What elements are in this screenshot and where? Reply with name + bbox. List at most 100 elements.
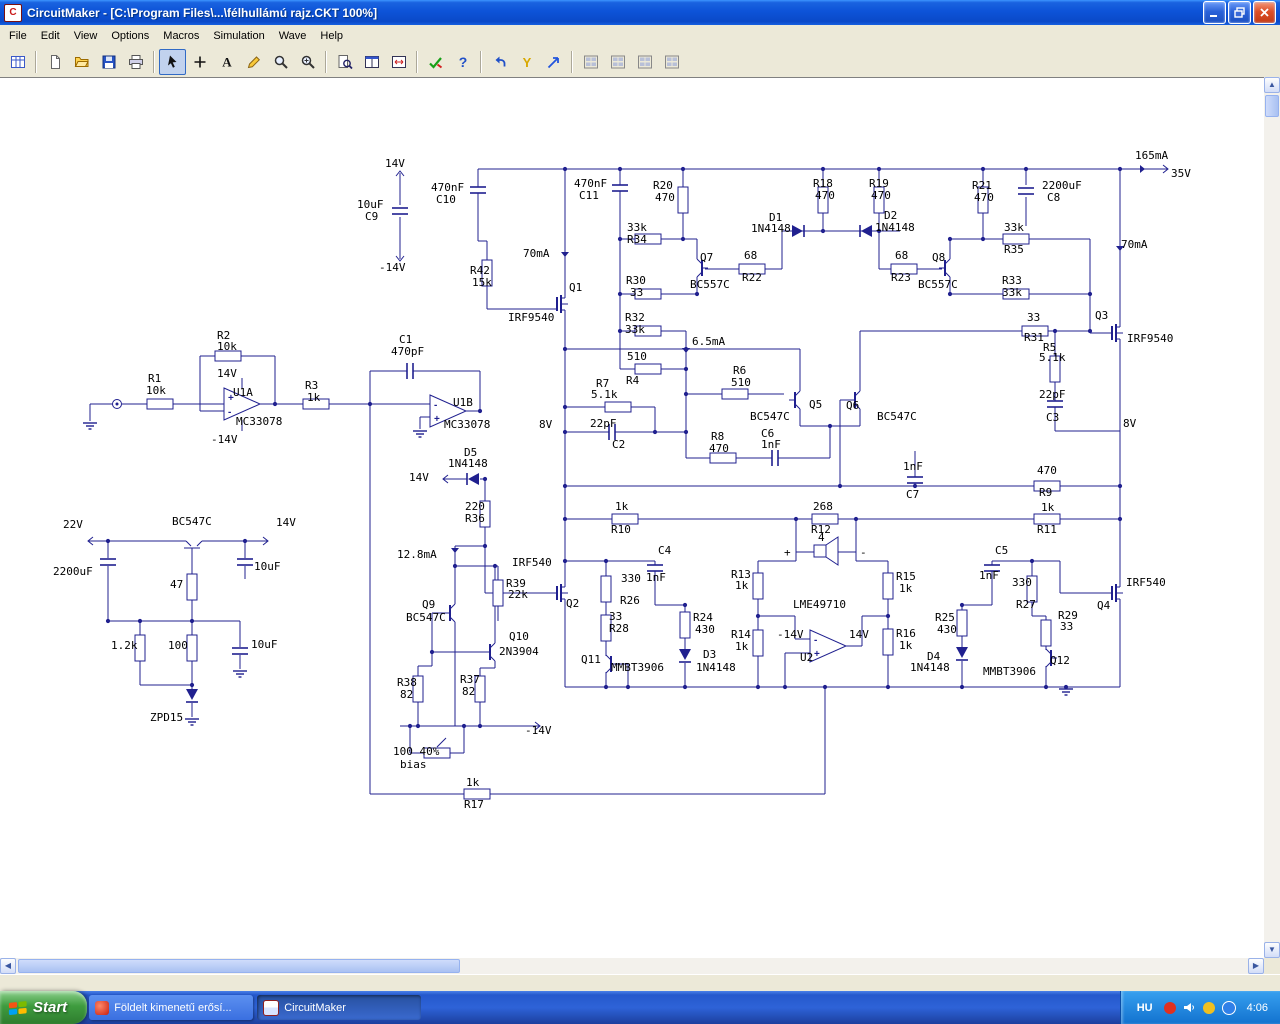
diode-symbol[interactable] — [956, 647, 968, 658]
diode-symbol[interactable] — [468, 473, 479, 485]
component-label[interactable]: R28 — [609, 622, 629, 635]
component-label[interactable]: C2 — [612, 438, 625, 451]
component-label[interactable]: R22 — [742, 271, 762, 284]
component-label[interactable]: 33 — [630, 286, 643, 299]
minimize-button[interactable] — [1203, 1, 1226, 24]
resistor-symbol[interactable] — [634, 363, 662, 375]
component-label[interactable]: 100 — [168, 639, 188, 652]
component-label[interactable]: R11 — [1037, 523, 1057, 536]
resistor-symbol[interactable] — [677, 186, 689, 214]
component-label[interactable]: BC547C — [877, 410, 917, 423]
component-label[interactable]: 470 — [655, 191, 675, 204]
component-label[interactable]: R4 — [626, 374, 640, 387]
component-label[interactable]: LME49710 — [793, 598, 846, 611]
resistor-symbol[interactable] — [186, 634, 198, 662]
resistor-symbol[interactable] — [721, 388, 749, 400]
component-label[interactable]: C5 — [995, 544, 1008, 557]
resistor-symbol[interactable] — [604, 401, 632, 413]
component-label[interactable]: 35V — [1171, 167, 1191, 180]
component-label[interactable]: 4 — [818, 531, 825, 544]
component-label[interactable]: 1k — [466, 776, 480, 789]
component-label[interactable]: 8V — [1123, 417, 1137, 430]
open-file-button[interactable] — [68, 49, 95, 75]
component-label[interactable]: - — [860, 546, 867, 559]
component-label[interactable]: U1A — [233, 386, 253, 399]
scroll-right-button[interactable]: ▶ — [1248, 958, 1264, 974]
resistor-symbol[interactable] — [752, 572, 764, 600]
component-label[interactable]: 430 — [937, 623, 957, 636]
menu-item-edit[interactable]: Edit — [34, 27, 67, 45]
component-label[interactable]: -14V — [211, 433, 238, 446]
resistor-symbol[interactable] — [956, 609, 968, 637]
component-label[interactable]: 68 — [744, 249, 757, 262]
component-label[interactable]: 2200uF — [53, 565, 93, 578]
component-label[interactable]: -14V — [379, 261, 406, 274]
diode-symbol[interactable] — [861, 225, 872, 237]
new-file-button[interactable] — [41, 49, 68, 75]
component-label[interactable]: 470 — [1037, 464, 1057, 477]
select-arrow-button[interactable] — [159, 48, 186, 75]
component-label[interactable]: MC33078 — [444, 418, 490, 431]
component-label[interactable]: C3 — [1046, 411, 1059, 424]
component-label[interactable]: 14V — [385, 157, 405, 170]
component-label[interactable]: BC557C — [918, 278, 958, 291]
component-label[interactable]: 22pF — [590, 417, 617, 430]
component-label[interactable]: 33 — [1027, 311, 1040, 324]
component-label[interactable]: 1N4148 — [751, 222, 791, 235]
resistor-symbol[interactable] — [186, 573, 198, 601]
component-label[interactable]: Q1 — [569, 281, 582, 294]
component-label[interactable]: 6.5mA — [692, 335, 725, 348]
component-label[interactable]: 1N4148 — [875, 221, 915, 234]
component-label[interactable]: 5.1k — [591, 388, 618, 401]
component-label[interactable]: 22pF — [1039, 388, 1066, 401]
component-label[interactable]: Q12 — [1050, 654, 1070, 667]
component-label[interactable]: BC547C — [750, 410, 790, 423]
component-label[interactable]: 10uF — [251, 638, 278, 651]
menu-item-file[interactable]: File — [2, 27, 34, 45]
component-label[interactable]: 1nF — [903, 460, 923, 473]
speaker-symbol[interactable] — [813, 544, 827, 558]
diode-symbol[interactable] — [679, 649, 691, 660]
component-label[interactable]: BC547C — [172, 515, 212, 528]
component-label[interactable]: 1N4148 — [910, 661, 950, 674]
component-label[interactable]: 1.2k — [111, 639, 138, 652]
component-label[interactable]: 268 — [813, 500, 833, 513]
component-label[interactable]: 510 — [627, 350, 647, 363]
scope-1-button[interactable] — [577, 49, 604, 75]
component-label[interactable]: 8V — [539, 418, 553, 431]
component-label[interactable]: 470 — [815, 189, 835, 202]
component-label[interactable]: R10 — [611, 523, 631, 536]
component-label[interactable]: 10k — [146, 384, 166, 397]
split-window-button[interactable] — [358, 49, 385, 75]
component-label[interactable]: 14V — [217, 367, 237, 380]
taskbar-task-2[interactable]: CircuitMaker — [257, 995, 422, 1020]
component-label[interactable]: bias — [400, 758, 427, 771]
component-label[interactable]: Q9 — [422, 598, 435, 611]
v-scrollbar[interactable]: ▲ ▼ — [1264, 77, 1280, 958]
component-label[interactable]: Q5 — [809, 398, 822, 411]
place-wire-button[interactable] — [186, 49, 213, 75]
component-label[interactable]: 470 — [871, 189, 891, 202]
scroll-left-button[interactable]: ◀ — [0, 958, 16, 974]
h-scrollbar[interactable]: ◀ ▶ — [0, 958, 1264, 974]
menu-item-help[interactable]: Help — [313, 27, 350, 45]
component-label[interactable]: U1B — [453, 396, 473, 409]
scope-2-button[interactable] — [604, 49, 631, 75]
component-label[interactable]: 1k — [615, 500, 629, 513]
scope-3-button[interactable] — [631, 49, 658, 75]
mixed-mode-button[interactable] — [422, 49, 449, 75]
component-label[interactable]: 5.1k — [1039, 351, 1066, 364]
component-label[interactable]: R27 — [1016, 598, 1036, 611]
component-label[interactable]: 33k — [1002, 286, 1022, 299]
component-label[interactable]: 1k — [1041, 501, 1055, 514]
component-label[interactable]: 100 40% — [393, 745, 440, 758]
component-label[interactable]: C9 — [365, 210, 378, 223]
component-label[interactable]: 82 — [400, 688, 413, 701]
component-label[interactable]: R34 — [627, 233, 647, 246]
component-label[interactable]: D3 — [703, 648, 716, 661]
component-label[interactable]: 1nF — [761, 438, 781, 451]
component-label[interactable]: IRF540 — [512, 556, 552, 569]
resistor-symbol[interactable] — [679, 611, 691, 639]
component-label[interactable]: 68 — [895, 249, 908, 262]
save-button[interactable] — [95, 49, 122, 75]
